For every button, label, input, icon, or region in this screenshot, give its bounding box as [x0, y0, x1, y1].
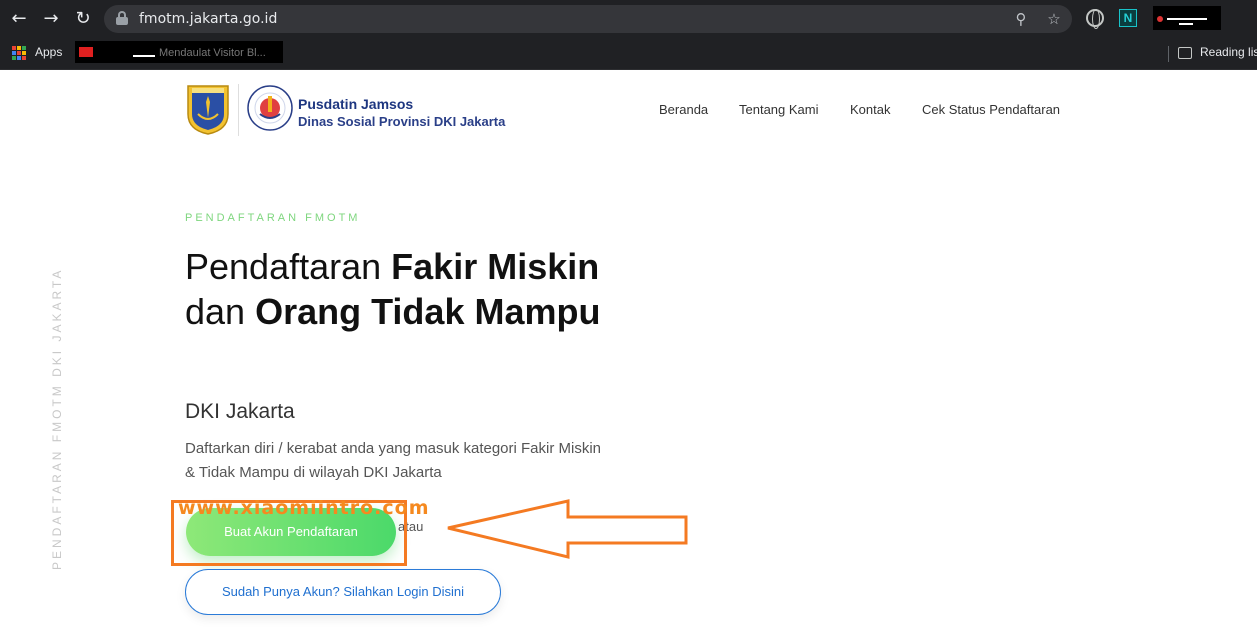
hero-subheading: DKI Jakarta [185, 400, 295, 423]
bookmark-divider [1168, 46, 1169, 62]
dinas-sosial-logo[interactable] [246, 84, 294, 132]
bookmark-label: Mendaulat Visitor Bl... [159, 47, 266, 59]
watermark-text: www.xiaomiintro.com [178, 497, 430, 519]
bookmark-item[interactable]: Mendaulat Visitor Bl... [75, 41, 283, 63]
profile-chip[interactable] [1153, 6, 1221, 30]
browser-toolbar: ← → ↻ fmotm.jakarta.go.id ⚲ ☆ N [0, 0, 1257, 38]
globe-icon[interactable] [1086, 9, 1104, 29]
bookmarks-bar: Apps Mendaulat Visitor Bl... Reading lis… [0, 38, 1257, 70]
star-icon[interactable]: ☆ [1044, 9, 1064, 29]
lock-icon[interactable] [116, 11, 128, 25]
nav-kontak[interactable]: Kontak [850, 102, 890, 117]
nav-cek-status-pendaftaran[interactable]: Cek Status Pendaftaran [922, 102, 1060, 117]
address-bar[interactable]: fmotm.jakarta.go.id ⚲ ☆ [104, 5, 1072, 33]
url-text[interactable]: fmotm.jakarta.go.id [139, 11, 277, 27]
hero-title: Pendaftaran Fakir Miskin dan Orang Tidak… [185, 246, 601, 332]
side-vertical-label: PENDAFTARAN FMOTM DKI JAKARTA [50, 267, 64, 570]
zoom-icon[interactable]: ⚲ [1011, 9, 1031, 29]
reading-list-label[interactable]: Reading list [1200, 45, 1257, 59]
org-subtitle[interactable]: Dinas Sosial Provinsi DKI Jakarta [298, 114, 505, 129]
reading-list-icon[interactable] [1178, 47, 1192, 59]
hero-description: Daftarkan diri / kerabat anda yang masuk… [185, 440, 602, 481]
dki-jakarta-logo[interactable] [186, 84, 230, 136]
logo-divider [238, 84, 239, 136]
nav-tentang-kami[interactable]: Tentang Kami [739, 102, 819, 117]
hero-eyebrow: PENDAFTARAN FMOTM [185, 212, 361, 224]
login-button[interactable]: Sudah Punya Akun? Silahkan Login Disini [185, 569, 501, 615]
n-extension-icon[interactable]: N [1119, 9, 1137, 27]
annotation-arrow-icon [447, 499, 688, 559]
forward-icon[interactable]: → [40, 8, 62, 30]
apps-icon[interactable] [12, 46, 26, 60]
reload-icon[interactable]: ↻ [72, 8, 94, 30]
org-name[interactable]: Pusdatin Jamsos [298, 96, 413, 112]
back-icon[interactable]: ← [8, 8, 30, 30]
apps-label[interactable]: Apps [35, 45, 62, 59]
nav-beranda[interactable]: Beranda [659, 102, 708, 117]
